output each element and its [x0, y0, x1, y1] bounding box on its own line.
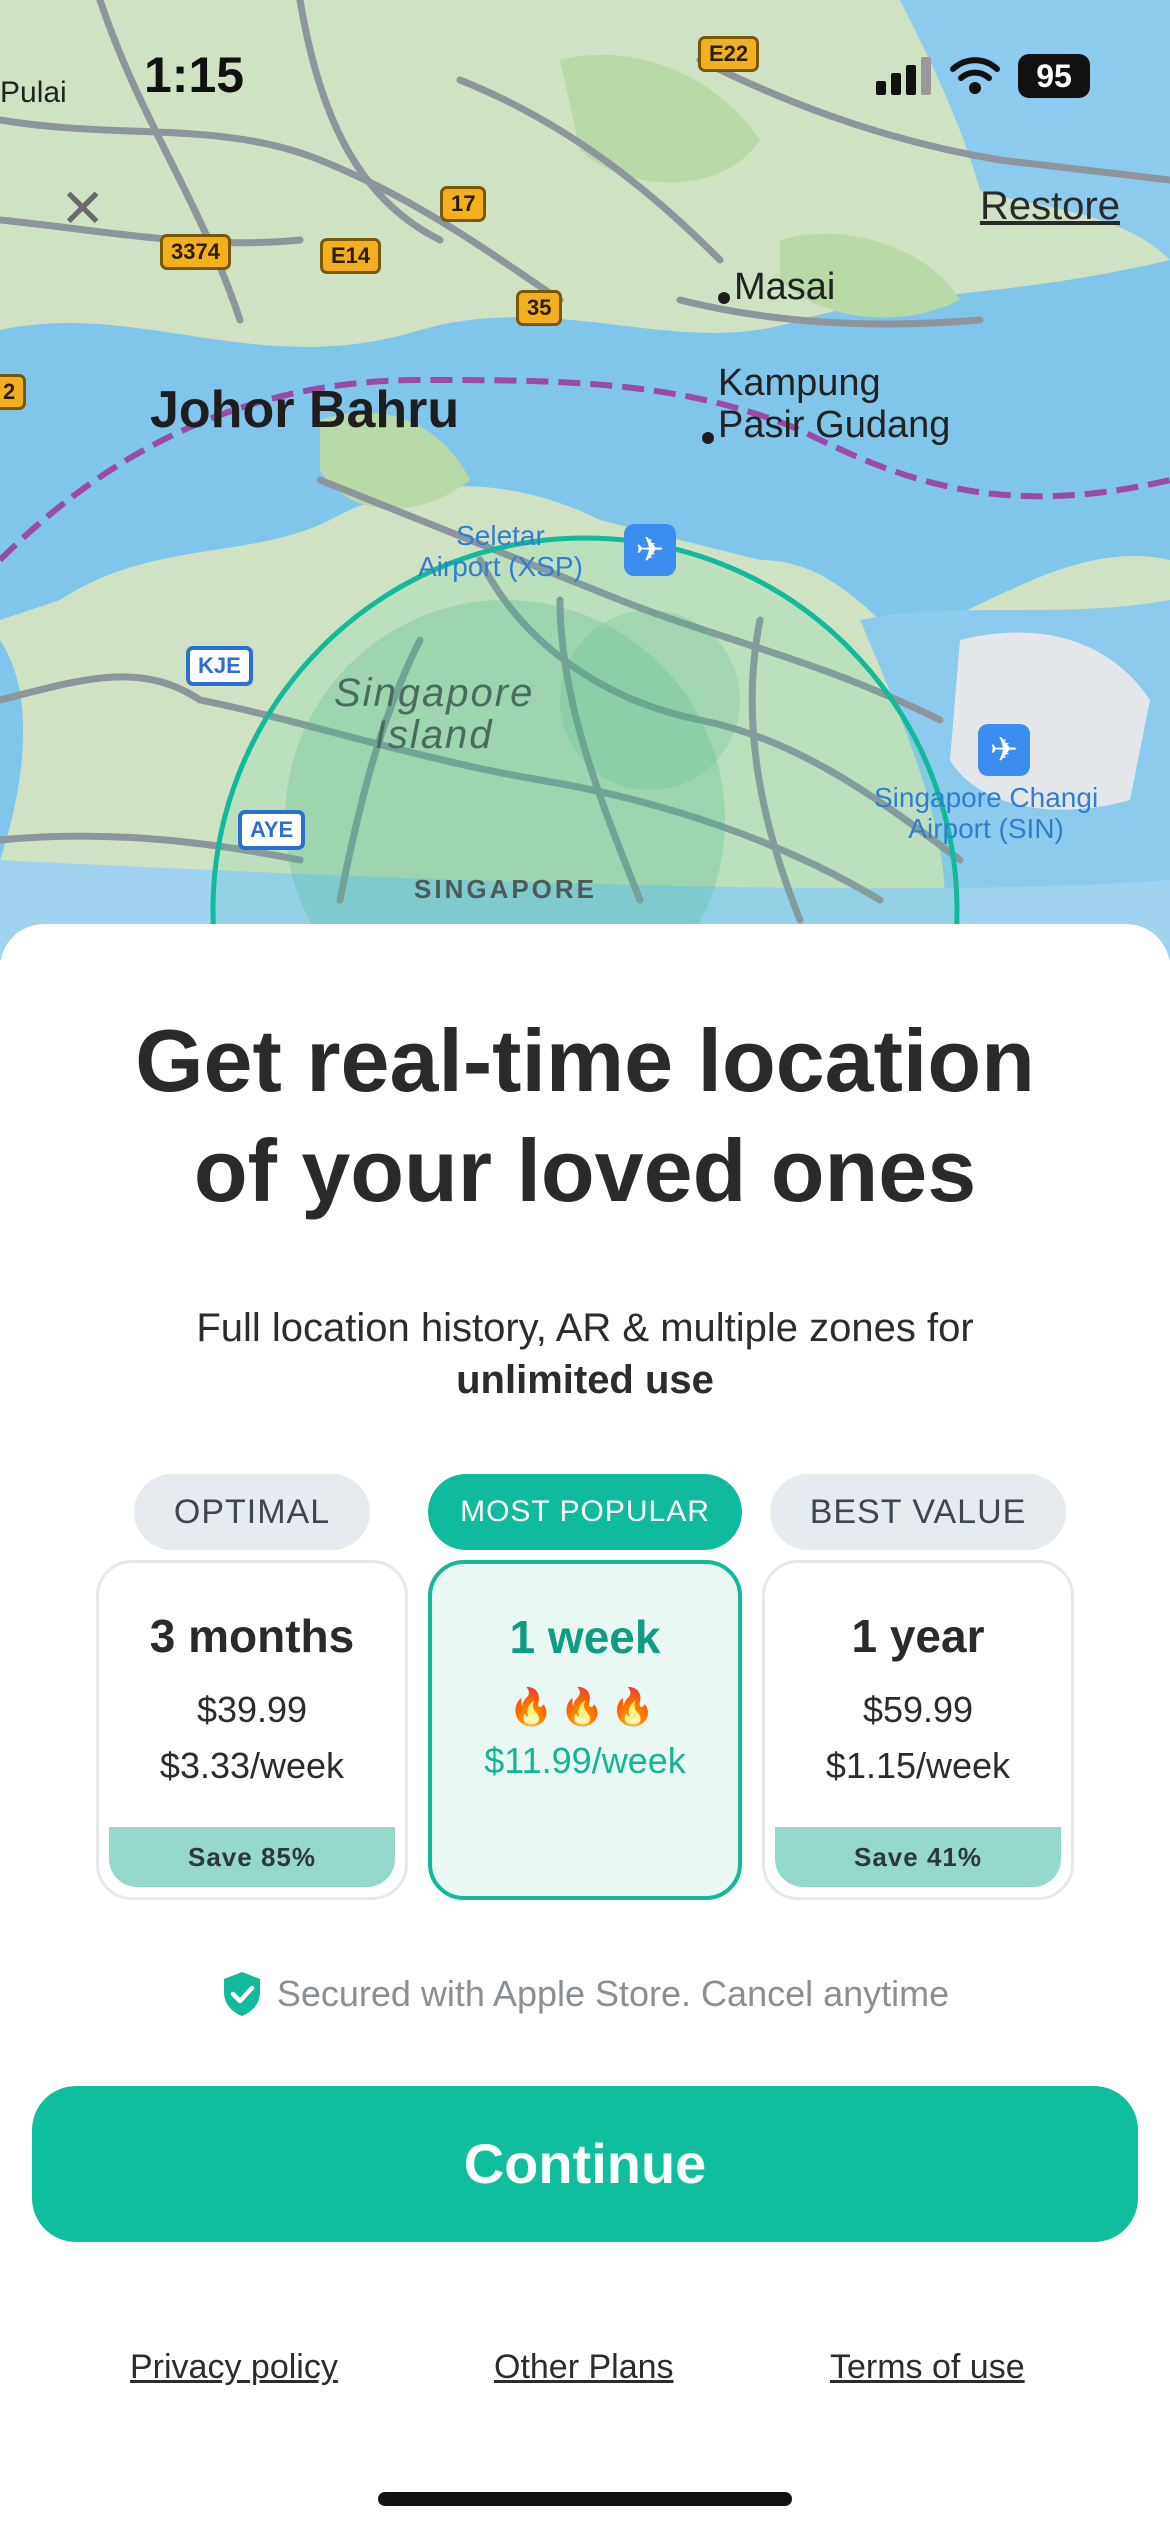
plan-duration: 1 year: [851, 1610, 985, 1662]
map-label-kampung: Kampung: [718, 362, 881, 404]
continue-button[interactable]: Continue: [32, 2086, 1138, 2242]
map-label-masai: Masai: [734, 266, 836, 308]
map-label-singapore: SINGAPORE: [414, 874, 598, 904]
changi-plane-icon: ✈: [978, 724, 1030, 776]
plan-duration: 1 week: [509, 1611, 661, 1663]
road-badge-17: 17: [440, 186, 487, 222]
shield-check-icon: [223, 1972, 260, 2016]
plan-save-badge: Save 41%: [775, 1827, 1061, 1887]
road-badge-e14: E14: [320, 238, 382, 274]
plan-card-1-week[interactable]: 1 week 🔥🔥🔥 $11.99/week: [428, 1560, 742, 1900]
wifi-icon: [950, 57, 1000, 94]
plan-save-badge: Save 85%: [109, 1827, 395, 1887]
terms-of-use-link[interactable]: Terms of use: [830, 2348, 1025, 2387]
secure-text: Secured with Apple Store. Cancel anytime: [276, 1973, 950, 2014]
status-time: 1:15: [144, 47, 245, 103]
paywall-subtitle: Full location history, AR & multiple zon…: [196, 1306, 974, 1402]
tag-most-popular: MOST POPULAR: [428, 1474, 742, 1550]
plan-price: $39.99: [196, 1689, 308, 1730]
map-dot-masai: [718, 292, 730, 304]
close-icon[interactable]: ✕: [60, 182, 105, 236]
map-label-johor-bahru: Johor Bahru: [150, 381, 460, 439]
road-badge-2: 2: [0, 374, 27, 410]
privacy-policy-link[interactable]: Privacy policy: [130, 2348, 338, 2387]
status-icons: 95: [876, 54, 1090, 98]
road-badge-3374: 3374: [160, 234, 231, 270]
map-label-pasir-gudang: Pasir Gudang: [718, 404, 951, 446]
other-plans-link[interactable]: Other Plans: [494, 2348, 674, 2387]
map-label-pulai: Pulai: [0, 76, 67, 109]
plan-price: $59.99: [862, 1689, 974, 1730]
airport-plane-icon: ✈: [624, 524, 676, 576]
highway-badge-kje: KJE: [186, 646, 253, 686]
restore-button[interactable]: Restore: [980, 184, 1120, 229]
tag-best-value: BEST VALUE: [770, 1474, 1066, 1550]
secure-note: Secured with Apple Store. Cancel anytime: [0, 1970, 1170, 2018]
map-dot-pasir-gudang: [702, 432, 714, 444]
plan-weekly-price: $3.33/week: [159, 1745, 345, 1786]
map-label-singapore-island: Singapore Island: [334, 671, 535, 757]
tag-optimal: OPTIMAL: [134, 1474, 370, 1550]
fire-icons: 🔥🔥🔥: [508, 1686, 662, 1727]
plan-card-3-months[interactable]: 3 months $39.99 $3.33/week Save 85%: [96, 1560, 408, 1900]
plan-card-1-year[interactable]: 1 year $59.99 $1.15/week Save 41%: [762, 1560, 1074, 1900]
plan-weekly-price: $1.15/week: [825, 1745, 1011, 1786]
road-badge-e22: E22: [698, 36, 760, 72]
map-label-changi-airport: Singapore Changi Airport (SIN): [874, 782, 1099, 844]
highway-badge-aye: AYE: [238, 810, 306, 850]
paywall-headline: Get real-time location of your loved one…: [135, 1011, 1035, 1220]
signal-icon: [876, 57, 931, 95]
plan-duration: 3 months: [149, 1610, 355, 1662]
map-view: Pulai Johor Bahru Masai Kampung Pasir Gu…: [0, 0, 1170, 960]
map-label-seletar-airport: Seletar Airport (XSP): [418, 520, 583, 582]
road-badge-35: 35: [516, 290, 563, 326]
paywall-sheet: Get real-time location of your loved one…: [0, 924, 1170, 2532]
plan-weekly-price: $11.99/week: [484, 1740, 686, 1781]
battery-indicator: 95: [1018, 54, 1090, 98]
home-indicator: [378, 2492, 792, 2506]
